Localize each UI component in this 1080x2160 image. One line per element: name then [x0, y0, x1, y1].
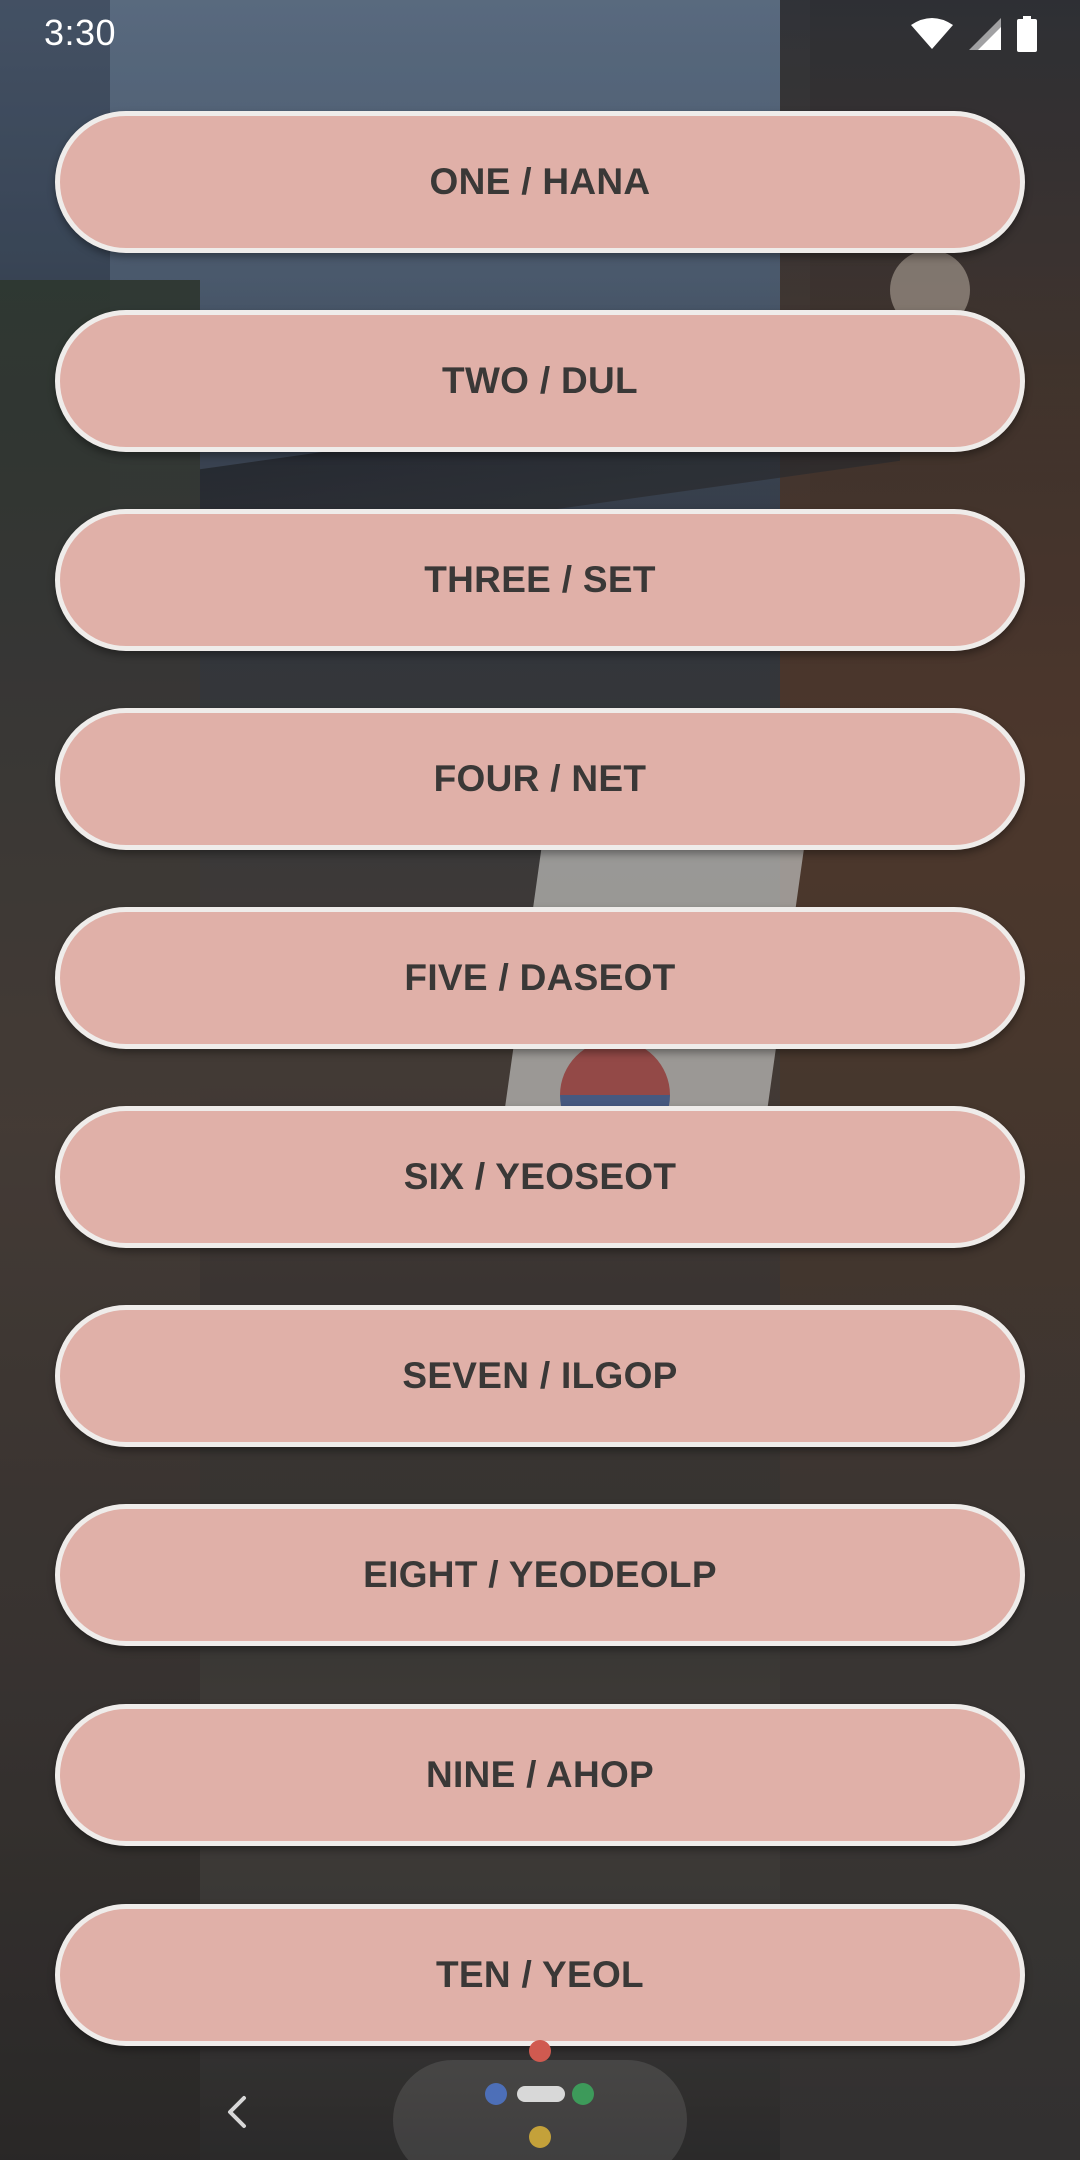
button-eight-label: EIGHT / YEODEOLP [363, 1554, 717, 1595]
cellular-signal-icon [968, 17, 1002, 51]
button-three[interactable]: THREE / SET [55, 509, 1025, 651]
back-icon[interactable] [218, 2092, 258, 2132]
button-one-label: ONE / HANA [429, 161, 651, 202]
button-three-label: THREE / SET [424, 559, 656, 600]
button-one[interactable]: ONE / HANA [55, 111, 1025, 253]
button-five[interactable]: FIVE / DASEOT [55, 907, 1025, 1049]
battery-icon [1016, 16, 1038, 52]
assistant-dot-red-icon [529, 2040, 551, 2062]
button-ten-label: TEN / YEOL [436, 1954, 644, 1995]
assistant-dot-blue-icon [485, 2083, 507, 2105]
assistant-dot-yellow-icon [529, 2126, 551, 2148]
button-eight[interactable]: EIGHT / YEODEOLP [55, 1504, 1025, 1646]
button-two[interactable]: TWO / DUL [55, 310, 1025, 452]
wifi-icon [910, 17, 954, 51]
button-seven[interactable]: SEVEN / ILGOP [55, 1305, 1025, 1447]
status-icons [910, 16, 1038, 52]
button-two-label: TWO / DUL [442, 360, 638, 401]
button-ten[interactable]: TEN / YEOL [55, 1904, 1025, 2046]
assistant-dot-green-icon [572, 2083, 594, 2105]
app-screen: 3:30 ONE / HANA TWO / DUL THREE / SET FO… [0, 0, 1080, 2160]
status-bar: 3:30 [0, 0, 1080, 66]
button-six[interactable]: SIX / YEOSEOT [55, 1106, 1025, 1248]
button-five-label: FIVE / DASEOT [404, 957, 676, 998]
button-four-label: FOUR / NET [433, 758, 647, 799]
status-time: 3:30 [44, 12, 117, 53]
button-six-label: SIX / YEOSEOT [403, 1156, 677, 1197]
button-nine[interactable]: NINE / AHOP [55, 1704, 1025, 1846]
button-nine-label: NINE / AHOP [425, 1754, 655, 1795]
button-four[interactable]: FOUR / NET [55, 708, 1025, 850]
home-pill-icon[interactable] [517, 2086, 565, 2102]
button-seven-label: SEVEN / ILGOP [402, 1355, 678, 1396]
